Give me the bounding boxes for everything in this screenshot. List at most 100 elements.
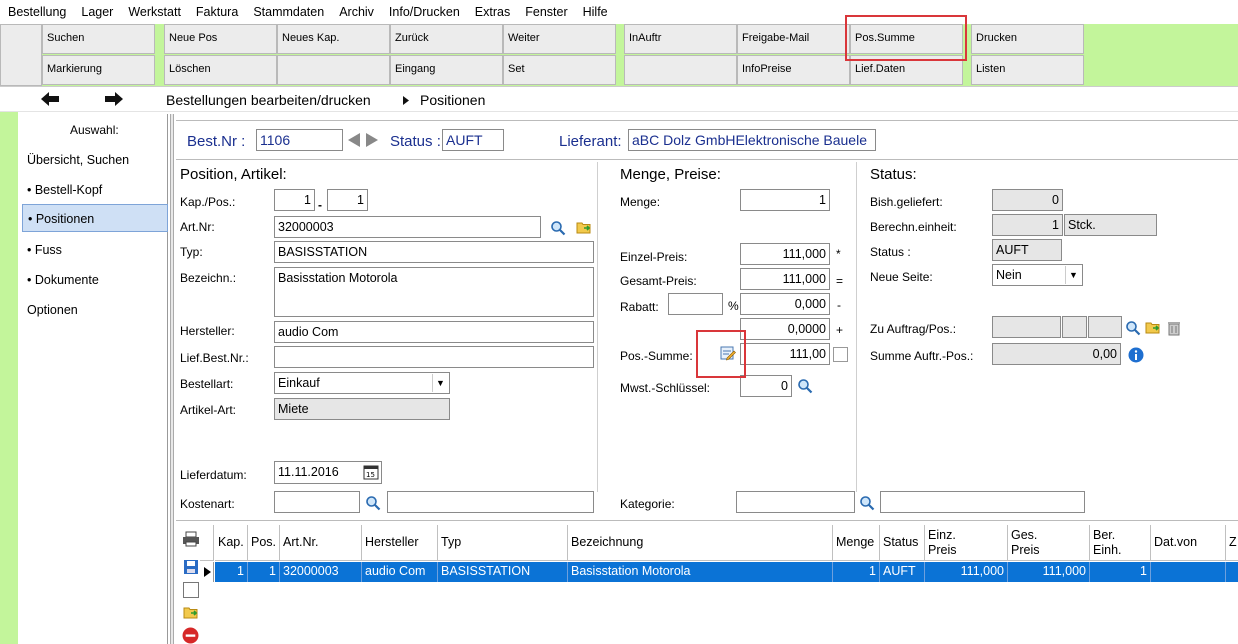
row-indicator[interactable] (200, 562, 214, 582)
pos-summe-checkbox[interactable] (833, 347, 848, 362)
arrow-right-icon[interactable] (104, 91, 124, 107)
einzel-preis-field[interactable]: 111,000 (740, 243, 830, 265)
col-header-typ[interactable]: Typ (438, 525, 568, 561)
rabatt-percent-field[interactable] (668, 293, 723, 315)
col-header-menge[interactable]: Menge (833, 525, 880, 561)
kostenart-label: Kostenart: (180, 497, 235, 511)
sidebar-item-dokumente[interactable]: • Dokumente (22, 266, 168, 294)
neue-seite-chevron-icon[interactable]: ▼ (1065, 266, 1081, 284)
kategorie-search-icon[interactable] (859, 495, 875, 511)
sidebar-item-optionen[interactable]: Optionen (22, 296, 168, 324)
kostenart-code-field[interactable] (274, 491, 360, 513)
chevron-down-icon[interactable]: ▼ (432, 374, 448, 392)
search-icon[interactable] (550, 220, 566, 236)
col-header-hersteller[interactable]: Hersteller (362, 525, 438, 561)
zurueck-button[interactable]: Zurück (390, 24, 503, 54)
suchen-button[interactable]: Suchen (42, 24, 155, 54)
lieferant-field[interactable]: aBC Dolz GmbHElektronische Bauele (628, 129, 876, 151)
sidebar-item-bestell-kopf[interactable]: • Bestell-Kopf (22, 176, 168, 204)
blank-doc-icon[interactable] (183, 582, 199, 598)
bestellart-label: Bestellart: (180, 377, 234, 391)
menu-stammdaten[interactable]: Stammdaten (245, 5, 331, 19)
auftrag-search-icon[interactable] (1125, 320, 1141, 336)
listen-button[interactable]: Listen (971, 55, 1084, 85)
menu-hilfe[interactable]: Hilfe (575, 5, 615, 19)
typ-field[interactable]: BASISSTATION (274, 241, 594, 263)
kostenart-search-icon[interactable] (365, 495, 381, 511)
hersteller-field[interactable]: audio Com (274, 321, 594, 343)
grid-folder-icon[interactable] (182, 604, 200, 620)
col-header-dat-von[interactable]: Dat.von (1151, 525, 1226, 561)
calendar-icon[interactable]: 15 (363, 464, 379, 480)
col-header-ges-preis[interactable]: Ges. Preis (1008, 525, 1090, 561)
col-header-z[interactable]: Z (1226, 525, 1238, 561)
loeschen-button[interactable]: Löschen (164, 55, 277, 85)
menge-field[interactable]: 1 (740, 189, 830, 211)
sidebar-item-positionen[interactable]: • Positionen (22, 204, 168, 232)
menu-werkstatt[interactable]: Werkstatt (120, 5, 188, 19)
info-icon[interactable] (1128, 347, 1144, 363)
sidebar-item-fuss[interactable]: • Fuss (22, 236, 168, 264)
arrow-left-icon[interactable] (40, 91, 60, 107)
col-header-status[interactable]: Status (880, 525, 925, 561)
zuschlag-field[interactable]: 0,0000 (740, 318, 830, 340)
status-field[interactable]: AUFT (442, 129, 504, 151)
inauftr-button[interactable]: InAuftr (624, 24, 737, 54)
toolbar: Suchen Markierung Neue Pos Löschen Neues… (0, 24, 1238, 86)
delete-icon[interactable] (182, 627, 199, 644)
eingang-button[interactable]: Eingang (390, 55, 503, 85)
menu-lager[interactable]: Lager (73, 5, 120, 19)
kap-field[interactable]: 1 (274, 189, 315, 211)
menu-archiv[interactable]: Archiv (331, 5, 381, 19)
weiter-button[interactable]: Weiter (503, 24, 616, 54)
kategorie-code-field[interactable] (736, 491, 855, 513)
menu-fenster[interactable]: Fenster (517, 5, 574, 19)
menu-faktura[interactable]: Faktura (188, 5, 245, 19)
bestellart-select[interactable]: Einkauf ▼ (274, 372, 450, 394)
gesamt-preis-field[interactable]: 111,000 (740, 268, 830, 290)
set-button[interactable]: Set (503, 55, 616, 85)
col-header-kap[interactable]: Kap. (215, 525, 248, 561)
next-record-icon[interactable] (366, 133, 378, 147)
save-icon[interactable] (183, 559, 199, 575)
infopreise-button[interactable]: InfoPreise (737, 55, 850, 85)
mwst-search-icon[interactable] (797, 378, 813, 394)
col-header-pos[interactable]: Pos. (248, 525, 280, 561)
neues-kap-button[interactable]: Neues Kap. (277, 24, 390, 54)
folder-arrow-icon[interactable] (576, 219, 592, 235)
auftrag-folder-icon[interactable] (1145, 319, 1161, 335)
prev-record-icon[interactable] (348, 133, 360, 147)
menu-info-drucken[interactable]: Info/Drucken (381, 5, 467, 19)
splitter[interactable] (170, 114, 174, 644)
freigabe-mail-button[interactable]: Freigabe-Mail (737, 24, 850, 54)
col-header-ber-einh[interactable]: Ber. Einh. (1090, 525, 1151, 561)
cell-ber-einh: 1 (1090, 562, 1151, 582)
neue-seite-select[interactable]: Nein ▼ (992, 264, 1083, 286)
best-nr-field[interactable]: 1106 (256, 129, 343, 151)
breadcrumb-part2: Positionen (420, 92, 486, 108)
col-header-bezeichnung[interactable]: Bezeichnung (568, 525, 833, 561)
lief-best-nr-field[interactable] (274, 346, 594, 368)
col-header-artnr[interactable]: Art.Nr. (280, 525, 362, 561)
lieferdatum-field[interactable]: 11.11.2016 15 (274, 461, 382, 484)
menu-extras[interactable]: Extras (467, 5, 517, 19)
markierung-button[interactable]: Markierung (42, 55, 155, 85)
trash-icon[interactable] (1166, 320, 1182, 336)
kostenart-text-field[interactable] (387, 491, 594, 513)
auftrag-field-2 (1062, 316, 1087, 338)
artnr-field[interactable]: 32000003 (274, 216, 541, 238)
print-icon[interactable] (182, 531, 200, 547)
neue-seite-label: Neue Seite: (870, 270, 933, 284)
pos-field[interactable]: 1 (327, 189, 368, 211)
bezeichnung-field[interactable]: Basisstation Motorola (274, 267, 594, 317)
pos-summe-field[interactable]: 111,00 (740, 343, 830, 365)
menu-bestellung[interactable]: Bestellung (0, 5, 73, 19)
berechn-label: Berechn.einheit: (870, 220, 957, 234)
kategorie-text-field[interactable] (880, 491, 1085, 513)
sidebar-item-uebersicht[interactable]: Übersicht, Suchen (22, 146, 168, 174)
col-header-einz-preis[interactable]: Einz. Preis (925, 525, 1008, 561)
neue-pos-button[interactable]: Neue Pos (164, 24, 277, 54)
rabatt-field[interactable]: 0,000 (740, 293, 830, 315)
mwst-field[interactable]: 0 (740, 375, 792, 397)
drucken-button[interactable]: Drucken (971, 24, 1084, 54)
